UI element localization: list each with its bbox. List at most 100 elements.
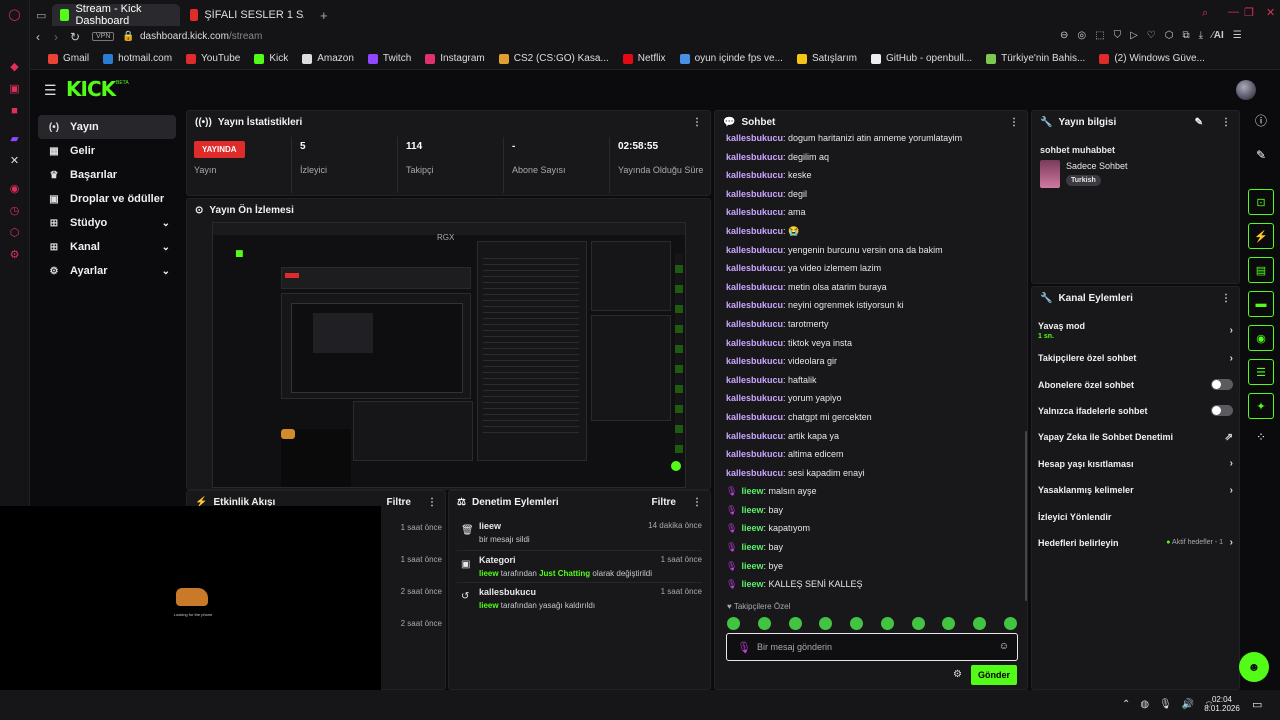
chat-message[interactable]: kallesbukucu: yengenin burcunu versin on…: [726, 245, 1022, 264]
chat-username[interactable]: kallesbukucu: [726, 226, 783, 236]
chat-username[interactable]: kallesbukucu: [726, 245, 783, 255]
bookmark-item[interactable]: oyun içinde fps ve...: [679, 53, 783, 64]
chat-username[interactable]: kallesbukucu: [726, 207, 783, 217]
chat-username[interactable]: kallesbukucu: [726, 170, 783, 180]
sidebar-item-gelir[interactable]: ▦ Gelir: [38, 139, 176, 163]
clip-icon[interactable]: ⊡: [1248, 189, 1274, 215]
channel-action-row[interactable]: Abonelere özel sohbet: [1032, 371, 1239, 397]
toggle-switch[interactable]: [1211, 379, 1233, 391]
clock[interactable]: 02:04 8.01.2026: [1202, 695, 1242, 713]
chat-message[interactable]: kallesbukucu: keske: [726, 170, 1022, 189]
lightning-icon[interactable]: ⚡: [1248, 223, 1274, 249]
bookmark-item[interactable]: YouTube: [186, 53, 240, 64]
filter-button[interactable]: Filtre: [652, 497, 676, 508]
bookmark-item[interactable]: (2) Windows Güve...: [1099, 53, 1205, 64]
avatar[interactable]: [1236, 80, 1256, 100]
kick-logo[interactable]: KICK: [66, 77, 116, 101]
support-chat-button[interactable]: ☻: [1239, 652, 1269, 682]
broadcast-icon[interactable]: ◉: [1248, 325, 1274, 351]
emoji-icon[interactable]: ☺: [999, 641, 1009, 652]
settings-icon[interactable]: ⚙: [8, 248, 22, 262]
chat-username[interactable]: lieew: [741, 561, 763, 571]
more-options-icon[interactable]: ⋮: [1221, 117, 1231, 128]
sidebar-item-yayin[interactable]: (•) Yayın: [38, 115, 176, 139]
twitch-icon[interactable]: ▰: [8, 132, 22, 146]
sidebar-item-basarilar[interactable]: ♛ Başarılar: [38, 163, 176, 187]
chat-message[interactable]: kallesbukucu: sesi kapadim enayi: [726, 468, 1022, 487]
slow-mode-row[interactable]: Yavaş mod 1 sn. ›: [1032, 315, 1239, 345]
camera-icon[interactable]: ◎: [1077, 30, 1086, 41]
aria-icon[interactable]: ◆: [8, 60, 22, 74]
document-icon[interactable]: ▤: [1248, 257, 1274, 283]
bookmark-item[interactable]: hotmail.com: [103, 53, 172, 64]
shield-icon[interactable]: ⛉: [1114, 30, 1122, 41]
emote-icon[interactable]: [880, 617, 894, 630]
more-options-icon[interactable]: ⋮: [692, 497, 702, 508]
zoom-icon[interactable]: ⊖: [1060, 30, 1068, 41]
notification-icon[interactable]: ▭: [1252, 698, 1262, 711]
chat-message[interactable]: kallesbukucu: artik kapa ya: [726, 431, 1022, 450]
chat-username[interactable]: kallesbukucu: [726, 319, 783, 329]
moderation-row[interactable]: ▣ Kategori 1 saat önce lieew tarafından …: [457, 551, 702, 583]
network-icon[interactable]: ◍: [1140, 699, 1149, 712]
more-options-icon[interactable]: ⋮: [1009, 117, 1019, 128]
channel-action-row[interactable]: Hesap yaşı kısıtlaması ›: [1032, 451, 1239, 477]
chevron-up-icon[interactable]: ⌃: [1122, 699, 1130, 712]
pencil-icon[interactable]: ✎: [1248, 148, 1274, 162]
chat-username[interactable]: kallesbukucu: [726, 300, 783, 310]
stream-preview-video[interactable]: ■ RGX: [212, 222, 686, 488]
bookmark-item[interactable]: Netflix: [622, 53, 666, 64]
moderation-row[interactable]: ↺ kallesbukucu 1 saat önce lieew tarafın…: [457, 583, 702, 615]
close-window-icon[interactable]: ✕: [1266, 6, 1275, 19]
minimize-icon[interactable]: —: [1228, 6, 1239, 18]
chat-message[interactable]: kallesbukucu: neyini ogrenmek istiyorsun…: [726, 300, 1022, 319]
bookmark-item[interactable]: Twitch: [367, 53, 411, 64]
chat-username[interactable]: kallesbukucu: [726, 449, 783, 459]
channel-action-row[interactable]: Hedefleri belirleyin ● Aktif hedefler - 1…: [1032, 530, 1239, 556]
chat-username[interactable]: kallesbukucu: [726, 189, 783, 199]
vpn-badge[interactable]: VPN: [92, 32, 115, 41]
emote-icon[interactable]: [973, 617, 987, 630]
chat-username[interactable]: kallesbukucu: [726, 133, 783, 143]
chat-username[interactable]: kallesbukucu: [726, 431, 783, 441]
emote-icon[interactable]: [757, 617, 771, 630]
stack-icon[interactable]: ☰: [1248, 359, 1274, 385]
chat-username[interactable]: kallesbukucu: [726, 282, 783, 292]
menu-icon[interactable]: ☰: [1233, 30, 1242, 41]
tab-kick-dashboard[interactable]: Stream - Kick Dashboard: [52, 3, 180, 27]
channel-action-row[interactable]: Yapay Zeka ile Sohbet Denetimi ⇗: [1032, 424, 1239, 450]
restore-icon[interactable]: ❐: [1244, 6, 1254, 19]
forward-icon[interactable]: ›: [54, 30, 58, 44]
more-options-icon[interactable]: ⋮: [692, 117, 702, 128]
chat-message[interactable]: kallesbukucu: 😭: [726, 226, 1022, 245]
chat-username[interactable]: kallesbukucu: [726, 393, 783, 403]
chat-message[interactable]: 🎙 lieew: malsın ayşe: [726, 486, 1022, 505]
chat-username[interactable]: kallesbukucu: [726, 468, 783, 478]
more-options-icon[interactable]: ⋮: [427, 497, 437, 508]
chat-username[interactable]: lieew: [741, 505, 763, 515]
chat-message[interactable]: 🎙 lieew: KALLEŞ SENİ KALLEŞ: [726, 579, 1022, 598]
volume-icon[interactable]: 🔊: [1182, 699, 1194, 712]
chat-message[interactable]: kallesbukucu: yorum yapiyo: [726, 393, 1022, 412]
more-options-icon[interactable]: ⋮: [1221, 293, 1231, 304]
x-icon[interactable]: ✕: [8, 154, 22, 168]
download-icon[interactable]: ⤓: [1199, 30, 1203, 41]
chat-message[interactable]: kallesbukucu: dogum haritanizi atin anne…: [726, 133, 1022, 152]
chat-username[interactable]: kallesbukucu: [726, 263, 783, 273]
tab-menu-icon[interactable]: ▭: [36, 4, 50, 26]
chat-message[interactable]: kallesbukucu: degilim aq: [726, 152, 1022, 171]
emote-icon[interactable]: [1003, 617, 1017, 630]
sidebar-item-studyo[interactable]: ⊞ Stüdyo ⌄: [38, 211, 176, 235]
chat-username[interactable]: lieew: [741, 542, 763, 552]
mic-tray-icon[interactable]: 🎙: [1159, 699, 1172, 712]
chat-message[interactable]: 🎙 lieew: bye: [726, 561, 1022, 580]
bookmark-item[interactable]: Türkiye'nin Bahis...: [986, 53, 1085, 64]
chat-bubble-icon[interactable]: ▬: [1248, 291, 1274, 317]
reload-icon[interactable]: ↻: [70, 30, 80, 44]
extensions-icon[interactable]: ⬡: [8, 226, 22, 240]
chat-input[interactable]: 🎙 Bir mesaj gönderin ☺: [726, 633, 1018, 661]
chat-username[interactable]: kallesbukucu: [726, 338, 783, 348]
chat-username[interactable]: kallesbukucu: [726, 375, 783, 385]
url-text[interactable]: dashboard.kick.com/stream: [140, 31, 262, 42]
chat-username[interactable]: lieew: [741, 486, 763, 496]
